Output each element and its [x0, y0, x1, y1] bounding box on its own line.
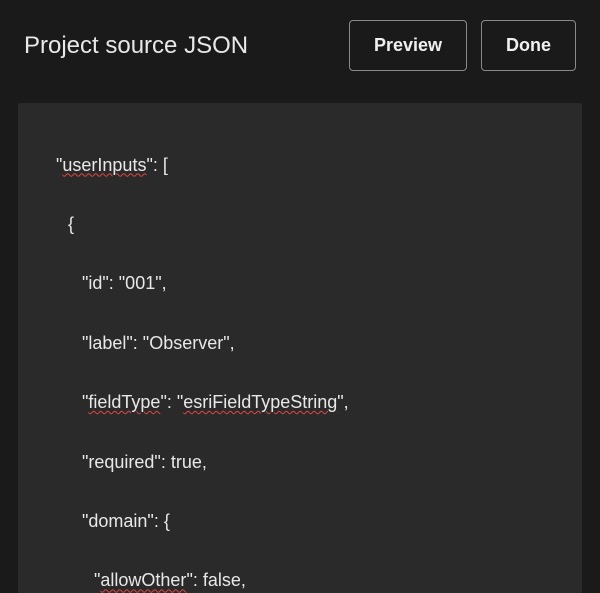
dialog-header: Project source JSON Preview Done: [0, 0, 600, 91]
preview-button[interactable]: Preview: [349, 20, 467, 71]
dialog-title: Project source JSON: [24, 32, 248, 60]
done-button[interactable]: Done: [481, 20, 576, 71]
button-group: Preview Done: [349, 20, 576, 71]
spell-underline: fieldType: [88, 392, 160, 412]
json-code-content: "userInputs": [ { "id": "001", "label": …: [32, 121, 568, 593]
spell-underline: userInputs: [62, 155, 146, 175]
spell-underline: esriFieldTypeString: [183, 392, 337, 412]
spell-underline: allowOther: [100, 570, 186, 590]
json-editor[interactable]: "userInputs": [ { "id": "001", "label": …: [18, 103, 582, 593]
